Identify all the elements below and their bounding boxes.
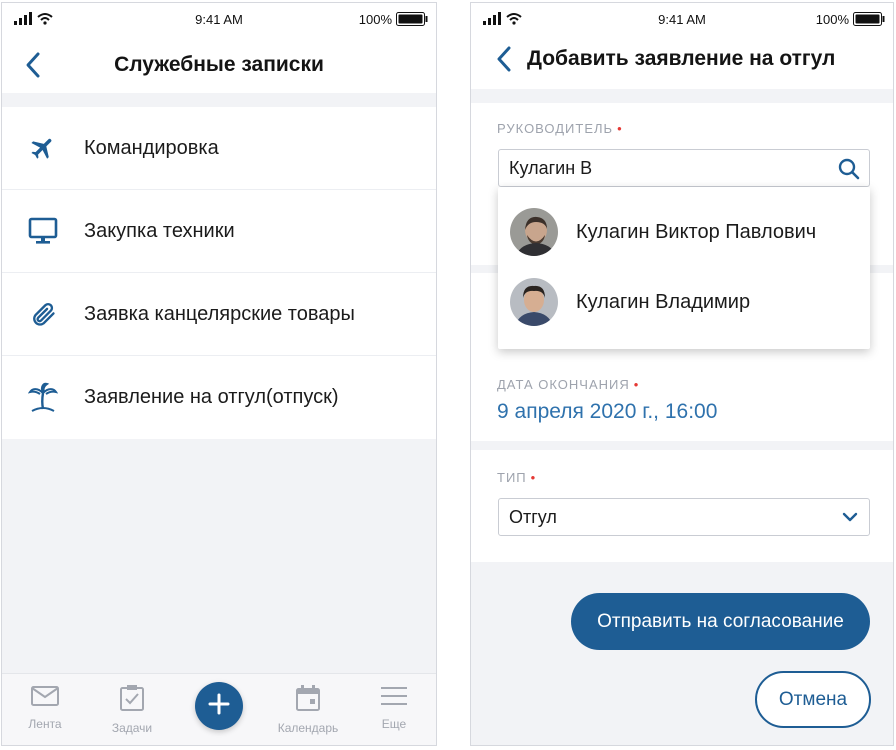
tab-calendar[interactable]: Календарь: [268, 684, 348, 735]
tab-label: Задачи: [111, 721, 153, 735]
end-date-label: ДАТА ОКОНЧАНИЯ •: [497, 377, 640, 392]
tab-feed[interactable]: Лента: [5, 684, 85, 731]
tab-bar: Лента Задачи Календарь Еще: [2, 673, 436, 745]
phone-screen-leave-form: 9:41 AM 100% Добавить заявление на отгул…: [470, 2, 894, 746]
clipboard-check-icon: [119, 685, 145, 716]
plus-icon: [208, 693, 230, 720]
tab-label: Лента: [28, 717, 62, 731]
mail-icon: [30, 686, 60, 712]
suggestion-item[interactable]: Кулагин Виктор Павлович: [498, 197, 870, 267]
manager-suggestions: Кулагин Виктор Павлович Кулагин Владимир: [498, 187, 870, 349]
header: Добавить заявление на отгул: [471, 33, 893, 89]
suggestion-name: Кулагин Виктор Павлович: [576, 220, 817, 243]
cancel-button[interactable]: Отмена: [755, 671, 871, 728]
list-item-label: Командировка: [84, 136, 219, 159]
battery-percent: 100%: [358, 12, 392, 27]
palm-tree-icon: [2, 382, 84, 414]
list-item-leave-request[interactable]: Заявление на отгул(отпуск): [2, 356, 436, 439]
battery-percent: 100%: [815, 12, 849, 27]
page-title: Служебные записки: [114, 53, 324, 76]
status-bar: 9:41 AM 100%: [471, 3, 893, 37]
back-button[interactable]: [495, 45, 513, 78]
phone-screen-notes: 9:41 AM 100% Служебные записки Командиро…: [1, 2, 437, 746]
manager-search-input[interactable]: Кулагин В: [498, 149, 870, 187]
list-item-business-trip[interactable]: Командировка: [2, 107, 436, 190]
type-select[interactable]: Отгул: [498, 498, 870, 536]
type-label: ТИП •: [497, 470, 537, 485]
tab-label: Еще: [381, 717, 407, 731]
end-date-value[interactable]: 9 апреля 2020 г., 16:00: [497, 400, 717, 424]
search-icon[interactable]: [837, 157, 861, 186]
tab-tasks[interactable]: Задачи: [92, 684, 172, 735]
suggestion-item[interactable]: Кулагин Владимир: [498, 267, 870, 337]
type-section: ТИП • Отгул: [471, 450, 893, 562]
menu-icon: [379, 687, 409, 712]
manager-input-value: Кулагин В: [509, 158, 593, 178]
header: Служебные записки: [2, 37, 436, 93]
battery-icon: [396, 12, 428, 29]
list-item-label: Заявка канцелярские товары: [84, 302, 355, 325]
avatar: [510, 208, 558, 256]
list-item-label: Закупка техники: [84, 219, 235, 242]
add-button[interactable]: [195, 682, 243, 730]
chevron-down-icon: [841, 508, 859, 531]
suggestion-name: Кулагин Владимир: [576, 290, 751, 313]
list-item-label: Заявление на отгул(отпуск): [84, 386, 339, 408]
submit-for-approval-button[interactable]: Отправить на согласование: [571, 593, 870, 650]
paperclip-icon: [2, 299, 84, 329]
monitor-icon: [2, 217, 84, 245]
status-bar: 9:41 AM 100%: [2, 3, 436, 37]
tab-label: Календарь: [277, 721, 339, 735]
notes-list: Командировка Закупка техники Заявка канц…: [2, 107, 436, 439]
manager-label: РУКОВОДИТЕЛЬ •: [497, 121, 623, 136]
list-item-stationery[interactable]: Заявка канцелярские товары: [2, 273, 436, 356]
battery-icon: [853, 12, 885, 29]
airplane-icon: [2, 134, 84, 162]
list-item-tech-purchase[interactable]: Закупка техники: [2, 190, 436, 273]
end-date-section: ДАТА ОКОНЧАНИЯ • 9 апреля 2020 г., 16:00: [471, 359, 893, 441]
calendar-icon: [295, 685, 321, 716]
tab-more[interactable]: Еще: [354, 684, 434, 731]
type-select-value: Отгул: [509, 507, 557, 527]
avatar: [510, 278, 558, 326]
page-title: Добавить заявление на отгул: [527, 47, 836, 70]
